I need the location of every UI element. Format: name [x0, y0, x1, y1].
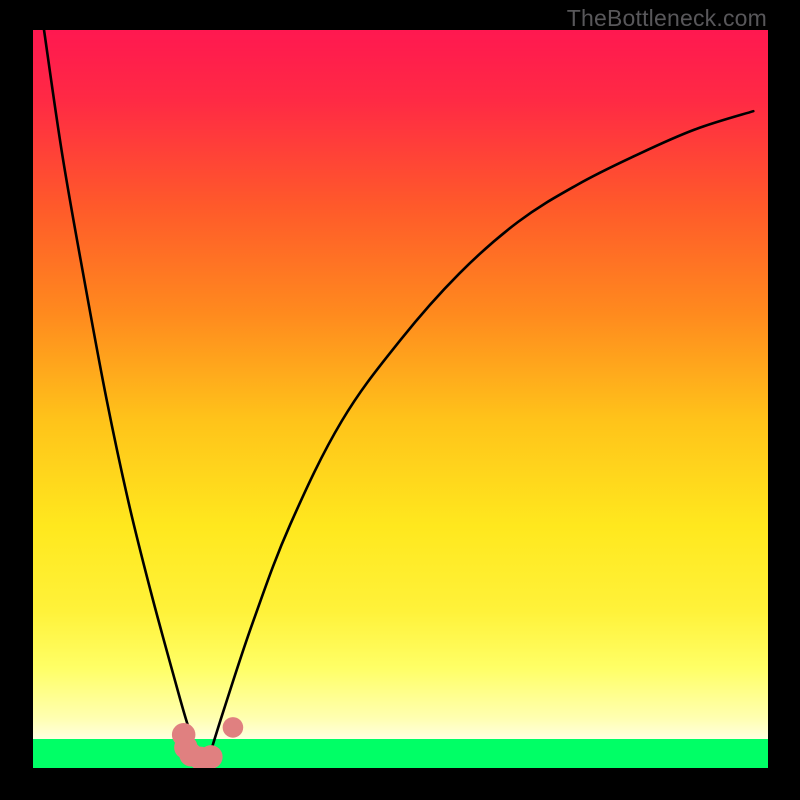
stage: TheBottleneck.com — [0, 0, 800, 800]
marker-notch-base4 — [199, 745, 223, 768]
marker-notch-right — [223, 717, 244, 738]
plot-area — [33, 30, 768, 768]
watermark-text: TheBottleneck.com — [567, 5, 767, 32]
notch-markers — [33, 30, 768, 768]
